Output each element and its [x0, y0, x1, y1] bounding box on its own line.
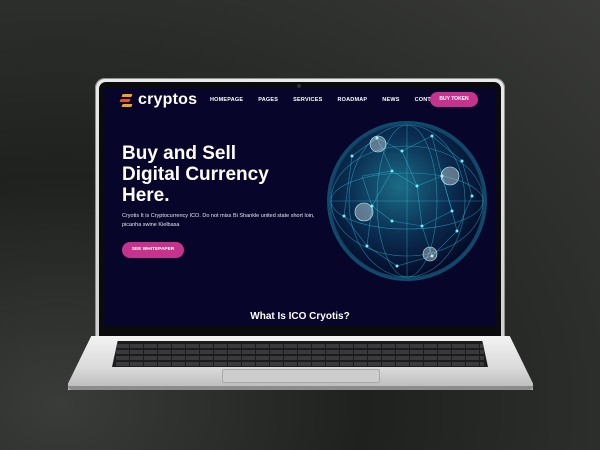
- laptop-base-edge: [68, 386, 533, 390]
- brand-logo[interactable]: cryptos: [119, 91, 198, 109]
- section-title: What Is ICO Cryotis?: [250, 311, 350, 322]
- hero-title: Buy and Sell Digital Currency Here.: [122, 143, 302, 206]
- laptop-trackpad: [222, 369, 380, 383]
- globe-network-icon: [327, 121, 487, 281]
- top-nav: cryptos HOMEPAGE PAGES SERVICES ROADMAP …: [104, 88, 496, 114]
- hero-title-line: Digital Currency: [122, 164, 269, 185]
- menu-item-news[interactable]: NEWS: [382, 97, 399, 103]
- hero-description: Cryotis It is Cryptocurrency ICO. Do not…: [122, 213, 315, 228]
- brand-name: cryptos: [138, 91, 198, 108]
- menu-item-services[interactable]: SERVICES: [293, 97, 322, 103]
- logo-mark-icon: [119, 91, 136, 109]
- laptop-keyboard: [112, 341, 488, 367]
- hero-title-line: Here.: [122, 185, 170, 206]
- menu-item-homepage[interactable]: HOMEPAGE: [210, 97, 243, 103]
- main-menu: HOMEPAGE PAGES SERVICES ROADMAP NEWS CON…: [210, 97, 461, 103]
- hero-title-line: Buy and Sell: [122, 143, 237, 164]
- buy-token-button[interactable]: BUY TOKEN: [430, 92, 478, 107]
- see-whitepaper-button[interactable]: SEE WHITEPAPER: [122, 242, 184, 258]
- website-screen: cryptos HOMEPAGE PAGES SERVICES ROADMAP …: [104, 88, 496, 326]
- menu-item-roadmap[interactable]: ROADMAP: [337, 97, 367, 103]
- menu-item-pages[interactable]: PAGES: [258, 97, 278, 103]
